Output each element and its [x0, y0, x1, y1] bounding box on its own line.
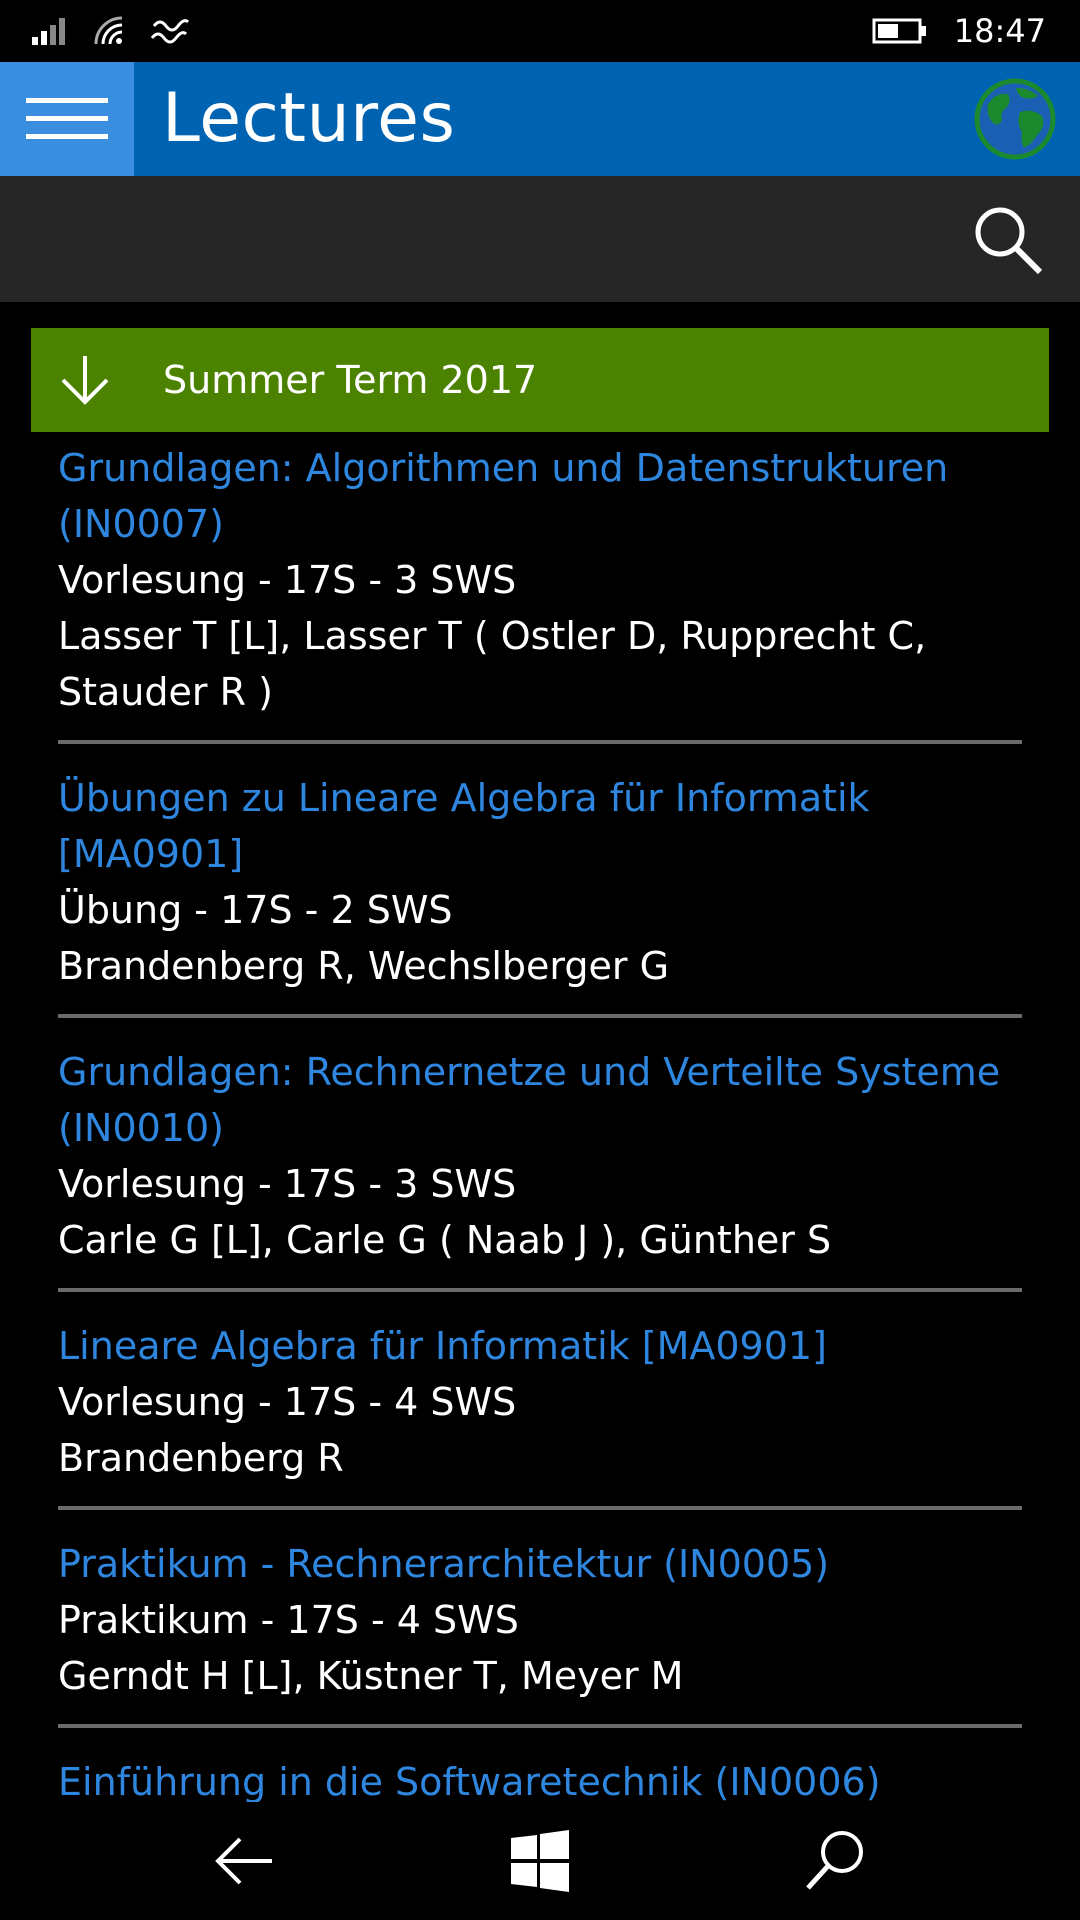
lecture-meta: Übung - 17S - 2 SWS	[58, 888, 453, 932]
back-arrow-icon	[215, 1837, 272, 1885]
lecture-item[interactable]: Übungen zu Lineare Algebra für Informati…	[58, 770, 1022, 1018]
lecture-meta: Vorlesung - 17S - 4 SWS	[58, 1380, 517, 1424]
search-icon	[806, 1831, 863, 1890]
globe-button[interactable]	[974, 78, 1056, 160]
search-button[interactable]	[970, 202, 1046, 278]
battery-icon	[872, 18, 926, 44]
lecture-title[interactable]: Grundlagen: Algorithmen und Datenstruktu…	[58, 440, 1022, 552]
search-icon	[975, 207, 1043, 275]
search-bar	[0, 176, 1080, 302]
lecture-people: Brandenberg R	[58, 1436, 344, 1480]
lecture-people: Brandenberg R, Wechslberger G	[58, 944, 670, 988]
term-label: Summer Term 2017	[163, 358, 538, 402]
data-sense-icon	[150, 19, 190, 44]
wifi-icon	[94, 16, 123, 45]
menu-button[interactable]	[0, 62, 134, 176]
lecture-meta: Vorlesung - 17S - 3 SWS	[58, 1162, 517, 1206]
screen: 18:47 Lectures Summer Term 2017 Grundlag…	[0, 0, 1080, 1920]
lecture-people: Lasser T [L], Lasser T ( Ostler D, Ruppr…	[58, 614, 927, 714]
status-icons-right: 18:47	[872, 10, 1046, 52]
term-header[interactable]: Summer Term 2017	[31, 328, 1049, 432]
lecture-list: Grundlagen: Algorithmen und Datenstruktu…	[58, 440, 1022, 1856]
globe-icon	[974, 78, 1056, 160]
signal-icon	[32, 18, 65, 45]
lecture-meta: Vorlesung - 17S - 3 SWS	[58, 558, 517, 602]
lecture-item[interactable]: Praktikum - Rechnerarchitektur (IN0005) …	[58, 1536, 1022, 1728]
start-button[interactable]	[507, 1828, 573, 1894]
hamburger-icon	[26, 98, 108, 139]
lecture-item[interactable]: Grundlagen: Algorithmen und Datenstruktu…	[58, 440, 1022, 744]
lecture-title[interactable]: Übungen zu Lineare Algebra für Informati…	[58, 770, 1022, 882]
lecture-people: Carle G [L], Carle G ( Naab J ), Günther…	[58, 1218, 832, 1262]
status-bar: 18:47	[0, 0, 1080, 62]
arrow-down-icon	[61, 356, 109, 405]
lecture-meta: Praktikum - 17S - 4 SWS	[58, 1598, 519, 1642]
page-title: Lectures	[162, 79, 456, 158]
lecture-title[interactable]: Praktikum - Rechnerarchitektur (IN0005)	[58, 1536, 1022, 1592]
lecture-item[interactable]: Lineare Algebra für Informatik [MA0901] …	[58, 1318, 1022, 1510]
back-button[interactable]	[212, 1828, 278, 1894]
app-header: Lectures	[0, 62, 1080, 176]
lecture-title[interactable]: Lineare Algebra für Informatik [MA0901]	[58, 1318, 1022, 1374]
lecture-title[interactable]: Grundlagen: Rechnernetze und Verteilte S…	[58, 1044, 1022, 1156]
nav-bar	[0, 1802, 1080, 1920]
nav-search-button[interactable]	[802, 1828, 868, 1894]
status-icons-left	[30, 12, 190, 50]
clock: 18:47	[953, 12, 1046, 50]
lecture-item[interactable]: Grundlagen: Rechnernetze und Verteilte S…	[58, 1044, 1022, 1292]
lecture-people: Gerndt H [L], Küstner T, Meyer M	[58, 1654, 684, 1698]
windows-logo-icon	[511, 1830, 569, 1892]
